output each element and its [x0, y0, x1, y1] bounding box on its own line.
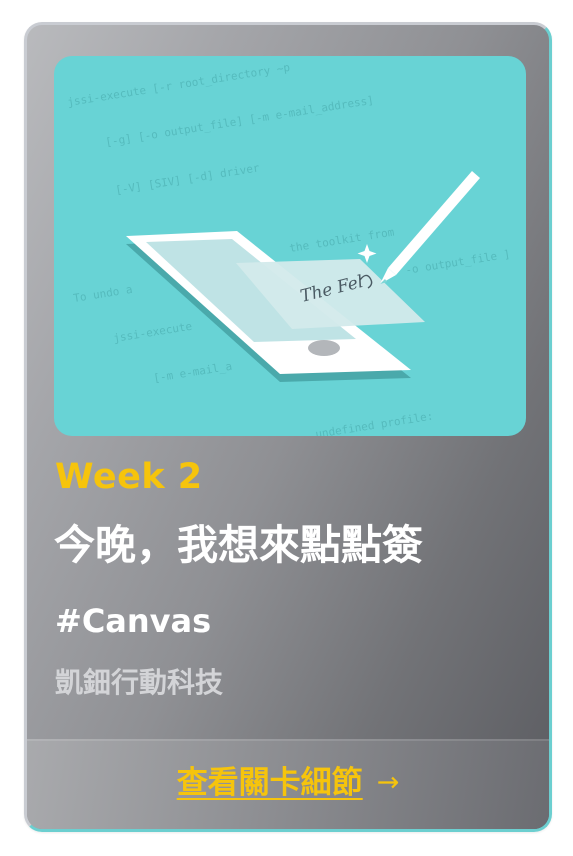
code-line: jssi-execute [-r root_directory ~p	[66, 61, 290, 109]
card-footer: 查看關卡細節 →	[27, 739, 549, 829]
view-details-link[interactable]: 查看關卡細節 →	[177, 761, 400, 805]
week-label: Week 2	[55, 457, 203, 497]
topic-tag: #Canvas	[55, 602, 212, 640]
code-line: To undo a	[72, 283, 133, 305]
hero-illustration: jssi-execute [-r root_directory ~p [-g] …	[54, 56, 526, 436]
tablet-signature-pen-icon: jssi-execute [-r root_directory ~p [-g] …	[66, 61, 511, 436]
code-line: [-g] [-o output_file] [-m e-mail_address…	[104, 94, 374, 149]
code-line: jssi-execute	[112, 320, 193, 345]
code-line: [-m e-mail_a	[152, 360, 233, 385]
code-line: [-V] [SIV] [-d] driver	[114, 161, 260, 197]
challenge-title: 今晚，我想來點點簽	[54, 521, 423, 569]
code-line: -o output_file ]	[404, 248, 511, 277]
view-details-label: 查看關卡細節	[176, 765, 363, 801]
arrow-right-icon: →	[376, 767, 400, 798]
code-line: the toolkit from	[288, 225, 395, 254]
company-name: 凱鈿行動科技	[55, 666, 224, 699]
code-line: undefined profile:	[314, 409, 434, 436]
challenge-card[interactable]: jssi-execute [-r root_directory ~p [-g] …	[24, 22, 552, 832]
